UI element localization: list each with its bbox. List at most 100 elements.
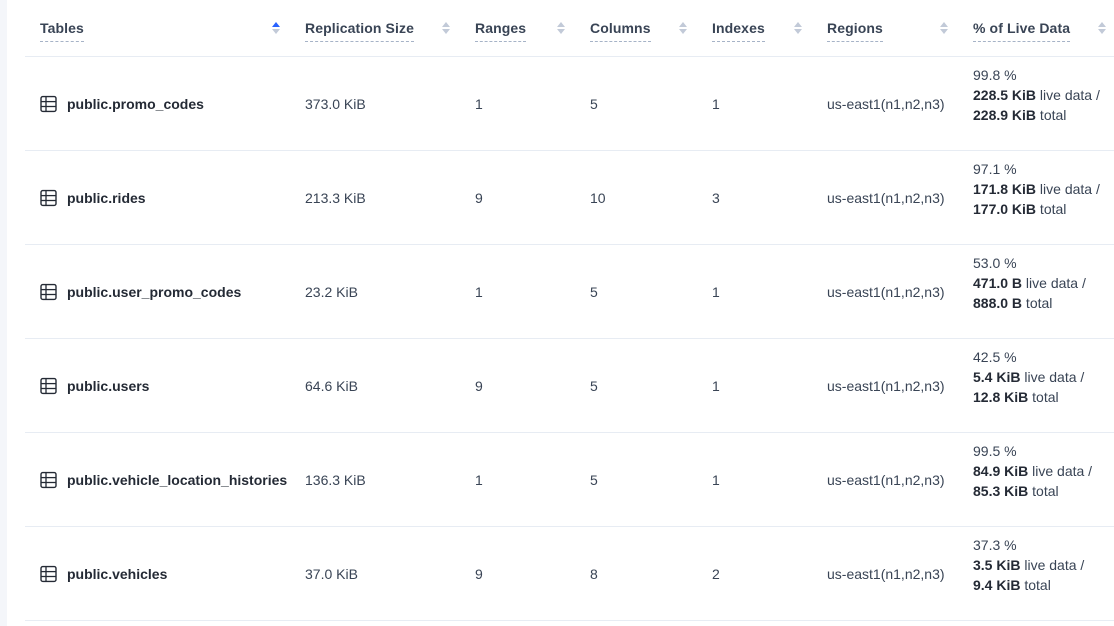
live-size-line: 228.5 KiB live data /	[973, 85, 1114, 105]
total-size-line: 12.8 KiB total	[973, 387, 1114, 407]
table-icon	[40, 471, 57, 489]
column-header-tables[interactable]: Tables	[25, 0, 305, 56]
column-header-columns[interactable]: Columns	[590, 0, 712, 56]
total-size: 888.0 B	[973, 295, 1022, 311]
live-percent: 99.5 %	[973, 441, 1114, 461]
sort-arrows-icon	[557, 22, 565, 35]
sort-arrows-icon	[442, 22, 450, 35]
indexes-cell: 1	[712, 378, 827, 394]
live-size-line: 3.5 KiB live data /	[973, 555, 1114, 575]
table-name-link[interactable]: public.user_promo_codes	[67, 284, 241, 300]
total-size-label: total	[1036, 201, 1066, 217]
total-size-line: 177.0 KiB total	[973, 199, 1114, 219]
columns-cell: 8	[590, 566, 712, 582]
table-name-cell: public.user_promo_codes	[25, 283, 305, 301]
table-row: public.rides 213.3 KiB 9 10 3 us-east1(n…	[25, 151, 1114, 245]
total-size-label: total	[1028, 483, 1058, 499]
regions-cell: us-east1(n1,n2,n3)	[827, 472, 973, 488]
live-size: 171.8 KiB	[973, 181, 1036, 197]
columns-cell: 5	[590, 472, 712, 488]
column-header-label: Regions	[827, 20, 883, 42]
regions-cell: us-east1(n1,n2,n3)	[827, 96, 973, 112]
sort-desc-arrow	[679, 29, 687, 34]
table-name-cell: public.vehicles	[25, 565, 305, 583]
sort-asc-arrow	[442, 22, 450, 27]
column-header-label: % of Live Data	[973, 20, 1070, 42]
column-header-of-live-data[interactable]: % of Live Data	[973, 0, 1114, 56]
table-name-link[interactable]: public.vehicles	[67, 566, 167, 582]
ranges-cell: 9	[475, 190, 590, 206]
regions-cell: us-east1(n1,n2,n3)	[827, 190, 973, 206]
table-icon	[40, 565, 57, 583]
replication-size-cell: 213.3 KiB	[305, 190, 475, 206]
table-row: public.vehicles 37.0 KiB 9 8 2 us-east1(…	[25, 527, 1114, 621]
columns-cell: 10	[590, 190, 712, 206]
live-size-label: live data /	[1036, 87, 1100, 103]
table-icon	[40, 189, 57, 207]
columns-cell: 5	[590, 378, 712, 394]
total-size-line: 9.4 KiB total	[973, 575, 1114, 595]
sort-arrows-icon	[272, 22, 280, 35]
total-size-label: total	[1020, 577, 1050, 593]
column-header-regions[interactable]: Regions	[827, 0, 973, 56]
column-header-label: Tables	[40, 20, 84, 42]
total-size-label: total	[1028, 389, 1058, 405]
sort-asc-arrow	[272, 22, 280, 27]
column-header-label: Columns	[590, 20, 651, 42]
total-size: 228.9 KiB	[973, 107, 1036, 123]
sort-asc-arrow	[794, 22, 802, 27]
sort-arrows-icon	[679, 22, 687, 35]
ranges-cell: 9	[475, 378, 590, 394]
column-header-label: Indexes	[712, 20, 765, 42]
sort-arrows-icon	[940, 22, 948, 35]
column-header-ranges[interactable]: Ranges	[475, 0, 590, 56]
live-size: 228.5 KiB	[973, 87, 1036, 103]
column-header-replication-size[interactable]: Replication Size	[305, 0, 475, 56]
table-name-link[interactable]: public.promo_codes	[67, 96, 204, 112]
table-name-cell: public.vehicle_location_histories	[25, 471, 305, 489]
table-name-cell: public.users	[25, 377, 305, 395]
total-size-label: total	[1036, 107, 1066, 123]
regions-cell: us-east1(n1,n2,n3)	[827, 566, 973, 582]
columns-cell: 5	[590, 96, 712, 112]
live-percent: 97.1 %	[973, 159, 1114, 179]
total-size: 12.8 KiB	[973, 389, 1028, 405]
total-size-label: total	[1022, 295, 1052, 311]
sort-arrows-icon	[1098, 22, 1106, 35]
live-data-cell: 99.8 % 228.5 KiB live data / 228.9 KiB t…	[973, 57, 1114, 125]
table-name-link[interactable]: public.users	[67, 378, 149, 394]
live-size-label: live data /	[1020, 557, 1084, 573]
regions-cell: us-east1(n1,n2,n3)	[827, 284, 973, 300]
live-size-label: live data /	[1022, 275, 1086, 291]
ranges-cell: 1	[475, 284, 590, 300]
indexes-cell: 1	[712, 96, 827, 112]
table-body: public.promo_codes 373.0 KiB 1 5 1 us-ea…	[7, 57, 1114, 621]
sort-asc-arrow	[1098, 22, 1106, 27]
table-row: public.user_promo_codes 23.2 KiB 1 5 1 u…	[25, 245, 1114, 339]
sort-asc-arrow	[557, 22, 565, 27]
sort-desc-arrow	[794, 29, 802, 34]
replication-size-cell: 23.2 KiB	[305, 284, 475, 300]
live-size-label: live data /	[1028, 463, 1092, 479]
indexes-cell: 1	[712, 472, 827, 488]
live-size-label: live data /	[1036, 181, 1100, 197]
column-header-indexes[interactable]: Indexes	[712, 0, 827, 56]
sort-asc-arrow	[940, 22, 948, 27]
column-header-label: Ranges	[475, 20, 526, 42]
indexes-cell: 1	[712, 284, 827, 300]
sort-desc-arrow	[940, 29, 948, 34]
indexes-cell: 3	[712, 190, 827, 206]
live-size-label: live data /	[1020, 369, 1084, 385]
table-name-link[interactable]: public.vehicle_location_histories	[67, 472, 287, 488]
total-size-line: 228.9 KiB total	[973, 105, 1114, 125]
sort-arrows-icon	[794, 22, 802, 35]
total-size: 9.4 KiB	[973, 577, 1020, 593]
live-data-cell: 37.3 % 3.5 KiB live data / 9.4 KiB total	[973, 527, 1114, 595]
ranges-cell: 1	[475, 472, 590, 488]
live-percent: 42.5 %	[973, 347, 1114, 367]
table-name-link[interactable]: public.rides	[67, 190, 146, 206]
live-data-cell: 53.0 % 471.0 B live data / 888.0 B total	[973, 245, 1114, 313]
live-size-line: 471.0 B live data /	[973, 273, 1114, 293]
replication-size-cell: 136.3 KiB	[305, 472, 475, 488]
table-icon	[40, 377, 57, 395]
